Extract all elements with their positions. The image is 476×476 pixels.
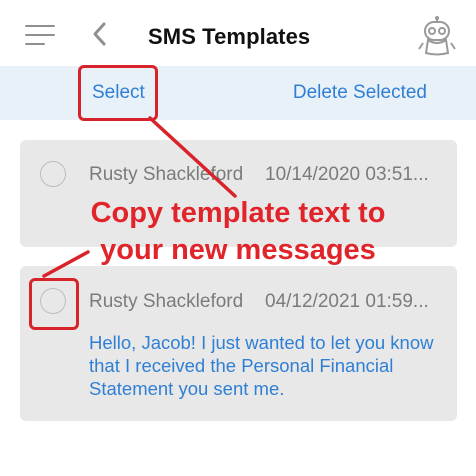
- annotation-line-1: Copy template text to: [90, 197, 386, 229]
- page-title: SMS Templates: [148, 24, 311, 49]
- template-date: 10/14/2020 03:51...: [265, 164, 429, 185]
- chevron-left-icon[interactable]: [90, 20, 110, 48]
- highlight-box-radio: [29, 278, 79, 330]
- hamburger-menu-icon[interactable]: [25, 24, 55, 46]
- robot-avatar-icon[interactable]: [418, 16, 456, 56]
- selection-toolbar: Select Delete Selected: [0, 66, 476, 120]
- sender-name: Rusty Shackleford: [89, 291, 244, 312]
- template-date: 04/12/2021 01:59...: [265, 291, 429, 312]
- app-header: SMS Templates: [0, 0, 476, 66]
- select-radio[interactable]: [40, 161, 66, 187]
- delete-selected-button[interactable]: Delete Selected: [293, 82, 427, 104]
- template-message: Hello, Jacob! I just wanted to let you k…: [89, 332, 434, 399]
- annotation-line-2: your new messages: [100, 234, 376, 266]
- sender-name: Rusty Shackleford: [89, 164, 244, 185]
- highlight-box-select: [78, 65, 158, 121]
- annotation-callout: Copy template text to your new messages: [0, 195, 476, 269]
- template-card[interactable]: Rusty Shackleford 04/12/2021 01:59... He…: [20, 266, 457, 421]
